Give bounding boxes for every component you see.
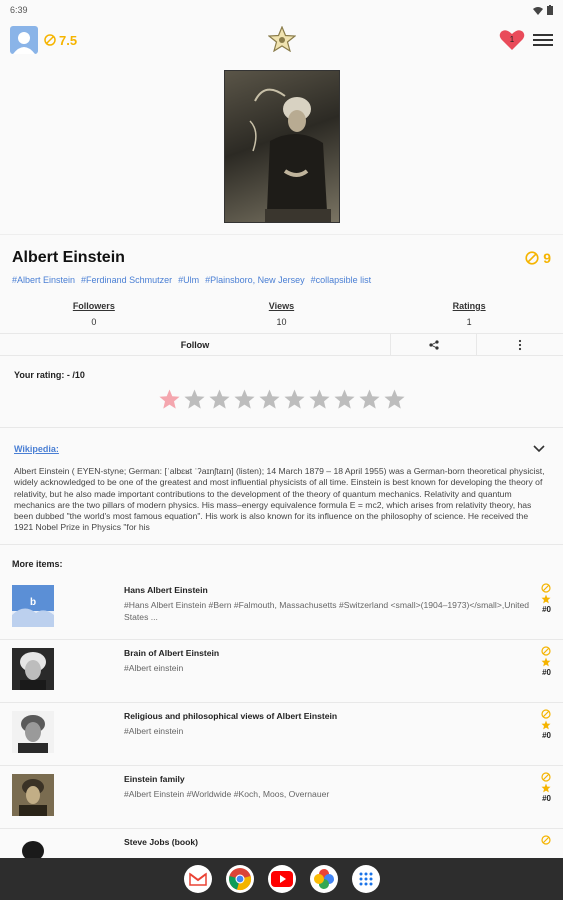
list-item[interactable]: Brain of Albert Einstein #Albert einstei… xyxy=(0,640,563,703)
rating-icon xyxy=(525,251,539,265)
rating-badge: 9 xyxy=(525,250,551,266)
menu-icon[interactable] xyxy=(533,32,553,48)
svg-text:1: 1 xyxy=(510,35,515,44)
list-item[interactable]: Religious and philosophical views of Alb… xyxy=(0,703,563,766)
item-title: Hans Albert Einstein xyxy=(124,585,208,595)
rating-icon xyxy=(541,772,551,782)
star-icon[interactable] xyxy=(158,388,181,411)
svg-text:b: b xyxy=(30,597,36,608)
star-icon xyxy=(541,657,551,667)
tag-list: #Albert Einstein #Ferdinand Schmutzer #U… xyxy=(0,271,563,293)
star-icon xyxy=(541,594,551,604)
rating-value: 9 xyxy=(543,250,551,266)
item-count: #0 xyxy=(542,605,551,614)
item-count: #0 xyxy=(542,731,551,740)
rating-icon xyxy=(44,34,56,46)
more-options-button[interactable] xyxy=(477,334,563,355)
photos-app-icon[interactable] xyxy=(309,865,338,893)
item-count: #0 xyxy=(542,794,551,803)
star-icon[interactable] xyxy=(333,388,356,411)
list-item[interactable]: b Hans Albert Einstein #Hans Albert Eins… xyxy=(0,577,563,640)
star-icon[interactable] xyxy=(208,388,231,411)
clock: 6:39 xyxy=(10,5,28,15)
item-title: Steve Jobs (book) xyxy=(124,837,199,847)
tag-link[interactable]: #Plainsboro, New Jersey xyxy=(205,275,305,285)
stat-label: Followers xyxy=(72,301,115,311)
rating-icon xyxy=(541,583,551,593)
more-items-label: More items: xyxy=(12,559,63,569)
more-vert-icon xyxy=(518,339,522,350)
stat-followers[interactable]: Followers 0 xyxy=(4,301,184,327)
hero-section xyxy=(0,60,563,235)
star-icon[interactable] xyxy=(183,388,206,411)
item-title: Brain of Albert Einstein xyxy=(124,648,220,658)
wifi-icon xyxy=(533,6,543,15)
profile-avatar-button[interactable] xyxy=(10,26,38,54)
stats-row: Followers 0 Views 10 Ratings 1 xyxy=(0,293,563,334)
item-tags: #Albert Einstein #Worldwide #Koch, Moos,… xyxy=(124,789,330,799)
stat-value: 10 xyxy=(276,317,287,327)
app-drawer-icon[interactable] xyxy=(351,865,380,893)
star-icon[interactable] xyxy=(383,388,406,411)
stat-value: 0 xyxy=(91,317,97,327)
item-thumbnail xyxy=(12,648,54,690)
star-icon xyxy=(541,720,551,730)
page-title: Albert Einstein xyxy=(12,249,125,266)
rating-icon xyxy=(541,646,551,656)
item-count: #0 xyxy=(542,668,551,677)
portrait-photo xyxy=(223,70,340,223)
star-icon xyxy=(541,783,551,793)
item-tags: #Hans Albert Einstein #Bern #Falmouth, M… xyxy=(124,600,530,622)
chevron-down-icon[interactable] xyxy=(533,445,545,453)
battery-icon xyxy=(547,5,553,15)
rating-icon xyxy=(541,709,551,719)
your-rating-label: Your rating: - /10 xyxy=(14,370,85,380)
app-logo[interactable] xyxy=(266,25,297,57)
follow-button[interactable]: Follow xyxy=(0,334,391,355)
stat-ratings[interactable]: Ratings 1 xyxy=(379,301,559,327)
item-thumbnail xyxy=(12,711,54,753)
item-thumbnail xyxy=(12,774,54,816)
item-thumbnail: b xyxy=(12,585,54,627)
user-score: 7.5 xyxy=(44,33,77,48)
star-icon[interactable] xyxy=(308,388,331,411)
top-app-bar: 7.5 1 xyxy=(0,20,563,60)
favorite-heart-icon[interactable]: 1 xyxy=(499,29,525,51)
stat-value: 1 xyxy=(466,317,472,327)
stat-views[interactable]: Views 10 xyxy=(191,301,371,327)
tag-link[interactable]: #collapsible list xyxy=(311,275,372,285)
more-items-list: b Hans Albert Einstein #Hans Albert Eins… xyxy=(0,577,563,892)
star-logo-icon xyxy=(266,25,297,53)
user-score-value: 7.5 xyxy=(59,32,78,48)
app-dock xyxy=(0,858,563,900)
item-title: Einstein family xyxy=(124,774,185,784)
item-tags: #Albert einstein xyxy=(124,726,184,736)
action-bar: Follow xyxy=(0,334,563,356)
wiki-excerpt: Albert Einstein ( EYEN-styne; German: [ˈ… xyxy=(0,466,563,545)
list-item[interactable]: Einstein family #Albert Einstein #Worldw… xyxy=(0,766,563,829)
wiki-header[interactable]: Wikipedia: xyxy=(0,428,563,466)
status-icons xyxy=(533,5,553,15)
rating-icon xyxy=(541,835,551,845)
item-title: Religious and philosophical views of Alb… xyxy=(124,711,338,721)
tag-link[interactable]: #Ferdinand Schmutzer xyxy=(81,275,172,285)
star-icon[interactable] xyxy=(283,388,306,411)
tag-link[interactable]: #Ulm xyxy=(178,275,199,285)
star-icon[interactable] xyxy=(258,388,281,411)
tag-link[interactable]: #Albert Einstein xyxy=(12,275,75,285)
stat-label: Views xyxy=(268,301,295,311)
status-bar: 6:39 xyxy=(0,0,563,20)
share-icon xyxy=(428,339,439,350)
star-rating-input[interactable] xyxy=(0,380,563,428)
star-icon[interactable] xyxy=(233,388,256,411)
share-button[interactable] xyxy=(391,334,477,355)
youtube-app-icon[interactable] xyxy=(267,865,296,893)
chrome-app-icon[interactable] xyxy=(225,865,254,893)
gmail-app-icon[interactable] xyxy=(183,865,212,893)
star-icon[interactable] xyxy=(358,388,381,411)
stat-label: Ratings xyxy=(452,301,486,311)
item-tags: #Albert einstein xyxy=(124,663,184,673)
wiki-title-link[interactable]: Wikipedia: xyxy=(14,444,59,454)
user-icon xyxy=(13,32,35,54)
